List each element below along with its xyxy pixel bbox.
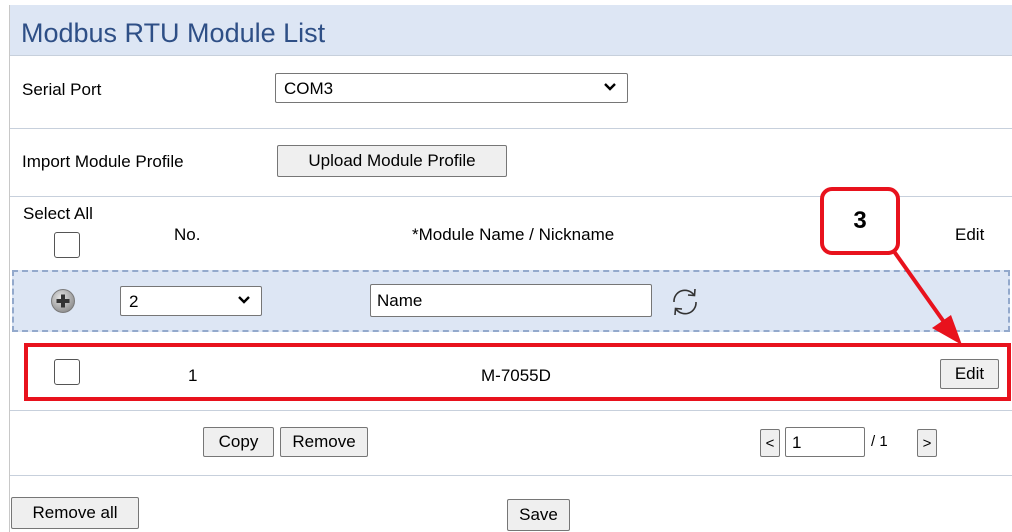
annotation-arrow <box>891 248 962 345</box>
step-callout: 3 <box>820 187 900 255</box>
